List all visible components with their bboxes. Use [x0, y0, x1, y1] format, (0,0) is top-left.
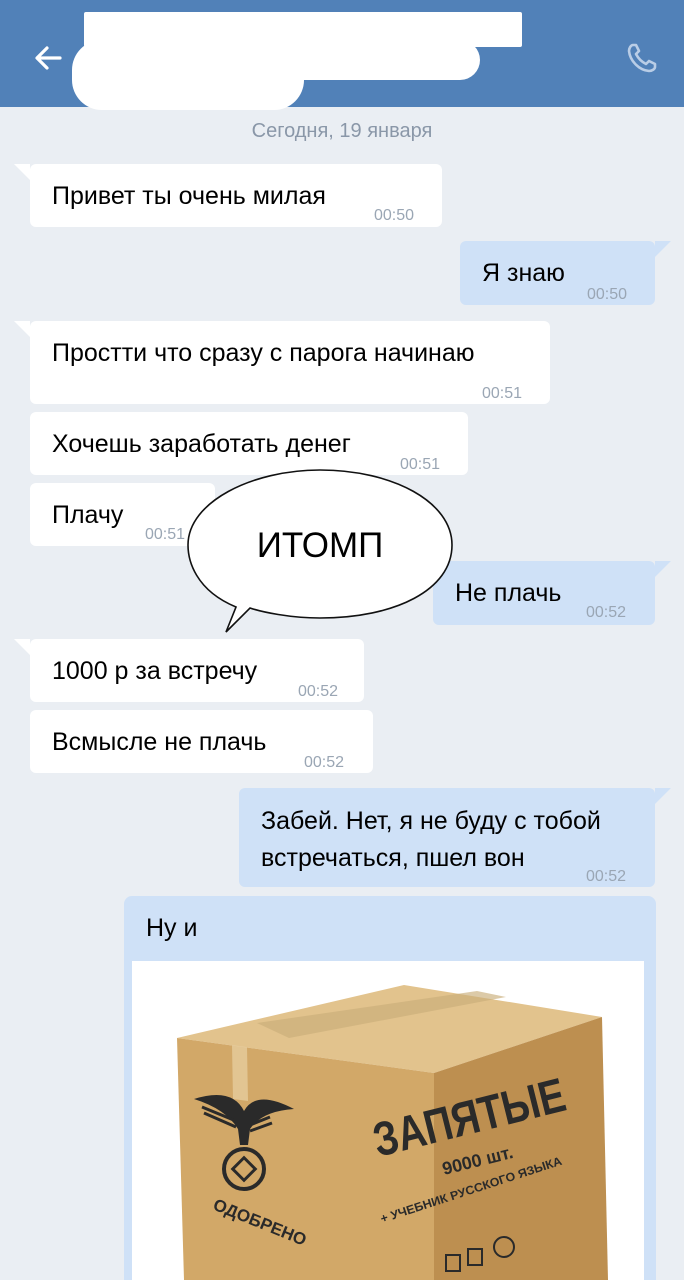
message-time: 00:52: [304, 754, 345, 771]
message-text: Ну и: [146, 914, 198, 942]
message-bubble-incoming[interactable]: Всмысле не плачь 00:52: [30, 710, 373, 773]
speech-bubble-overlay: ИТОМП: [187, 469, 453, 633]
message-bubble-outgoing-photo[interactable]: Ну и ОДОБРЕНО ЗАПЯТЫЕ 9000 шт. + УЧЕБНИК…: [124, 896, 656, 1280]
bubble-tail: [655, 788, 671, 804]
message-text: встречаться, пшел вон: [261, 844, 525, 872]
message-time: 00:52: [586, 868, 627, 885]
attached-photo[interactable]: ОДОБРЕНО ЗАПЯТЫЕ 9000 шт. + УЧЕБНИК РУСС…: [132, 961, 644, 1280]
speech-bubble-text: ИТОМП: [257, 526, 384, 565]
message-bubble-incoming[interactable]: 1000 р за встречу 00:52: [30, 639, 364, 702]
cardboard-box-image: ОДОБРЕНО ЗАПЯТЫЕ 9000 шт. + УЧЕБНИК РУСС…: [177, 985, 608, 1280]
message-bubble-outgoing[interactable]: Забей. Нет, я не буду с тобой встречатьс…: [239, 788, 655, 887]
message-time: 00:52: [298, 683, 339, 700]
bubble-tail: [14, 639, 30, 655]
message-text: Забей. Нет, я не буду с тобой: [261, 807, 601, 835]
message-text: Всмысле не плачь: [52, 728, 267, 756]
message-text: 1000 р за встречу: [52, 657, 258, 685]
